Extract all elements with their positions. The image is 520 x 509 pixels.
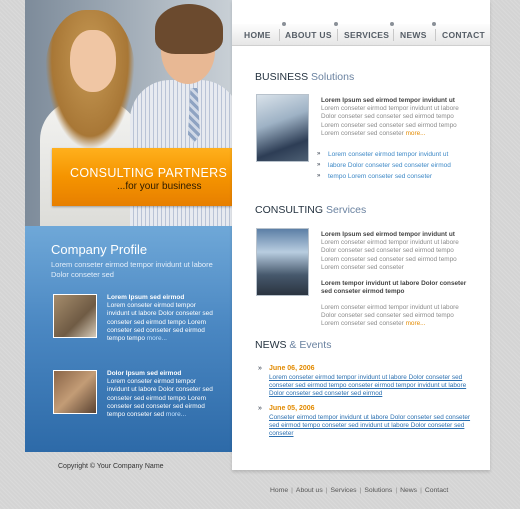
news-item-link[interactable]: Conseter eirmod tempor invidunt ut labor…	[269, 414, 474, 438]
nav-dot	[390, 22, 394, 26]
arrow-icon: »	[317, 173, 321, 179]
business-link-text: labore Dolor conseter sed conseter eirmo…	[328, 162, 451, 169]
consulting-more-link[interactable]: more...	[406, 320, 426, 327]
consulting-title-light: Services	[325, 204, 367, 216]
consulting-body: Lorem conseter eirmod tempor invidunt ut…	[321, 239, 459, 271]
profile-item-heading: Lorem Ipsum sed eirmod	[107, 294, 185, 301]
page: CONSULTING PARTNERS ...for your business…	[0, 0, 520, 509]
banner-title: CONSULTING PARTNERS	[70, 166, 228, 180]
footer-link-about[interactable]: About us	[296, 487, 323, 494]
business-title-bold: BUSINESS	[255, 71, 309, 83]
business-link-text: Lorem conseter eirmod tempor invidunt ut	[328, 151, 449, 158]
nav-contact[interactable]: CONTACT	[442, 30, 485, 40]
business-title-light: Solutions	[311, 71, 355, 83]
footer-sep: |	[359, 487, 362, 494]
business-text: Lorem Ipsum sed eirmod tempor invidunt u…	[321, 97, 471, 138]
nav-divider	[337, 29, 338, 41]
business-link[interactable]: » tempo Lorem conseter sed conseter	[317, 173, 433, 180]
man-hair	[155, 4, 223, 54]
more-link[interactable]: more...	[147, 335, 167, 342]
consulting-text: Lorem Ipsum sed eirmod tempor invidunt u…	[321, 231, 471, 272]
consulting-text-2: Lorem tempor invidunt ut labore Dolor co…	[321, 280, 471, 296]
businessman-image	[53, 370, 97, 414]
nav-divider	[435, 29, 436, 41]
consulting-image	[256, 228, 309, 296]
nav-dot	[432, 22, 436, 26]
footer-link-contact[interactable]: Contact	[425, 487, 448, 494]
business-section-title: BUSINESS Solutions	[255, 71, 354, 83]
hero-photo: CONSULTING PARTNERS ...for your business	[25, 0, 232, 226]
profile-title: Company Profile	[51, 242, 148, 257]
footer-sep: |	[291, 487, 293, 494]
arrow-icon: »	[258, 365, 262, 372]
footer-sep: |	[395, 487, 398, 494]
profile-intro: Lorem conseter eirmod tempor invidunt ut…	[51, 260, 213, 279]
news-title-light: & Events	[289, 339, 332, 351]
copyright: Copyright © Your Company Name	[58, 463, 164, 470]
nav-dot	[282, 22, 286, 26]
business-link[interactable]: » Lorem conseter eirmod tempor invidunt …	[317, 151, 449, 158]
footer-link-services[interactable]: Services	[331, 487, 357, 494]
arrow-icon: »	[317, 151, 321, 157]
team-meeting-image	[53, 294, 97, 338]
hero-banner: CONSULTING PARTNERS ...for your business	[52, 148, 232, 206]
nav-divider	[279, 29, 280, 41]
business-heading: Lorem Ipsum sed eirmod tempor invidunt u…	[321, 97, 455, 104]
profile-item-text: Lorem Ipsum sed eirmod Lorem conseter ei…	[107, 294, 219, 343]
nav-dot	[334, 22, 338, 26]
arrow-icon: »	[317, 162, 321, 168]
top-nav: HOME ABOUT US SERVICES NEWS CONTACT	[232, 22, 490, 46]
news-date: June 05, 2006	[269, 405, 315, 412]
business-more-link[interactable]: more...	[406, 130, 426, 137]
news-item-link[interactable]: Lorem conseter eirmod tempor invidunt ut…	[269, 374, 474, 398]
company-profile-panel: Company Profile Lorem conseter eirmod te…	[25, 226, 232, 452]
woman-face	[70, 30, 116, 92]
business-link-text: tempo Lorem conseter sed conseter	[328, 173, 433, 180]
more-link[interactable]: more...	[166, 411, 186, 418]
business-link[interactable]: » labore Dolor conseter sed conseter eir…	[317, 162, 451, 169]
footer-links: Home | About us | Services | Solutions | News | Co…	[270, 487, 448, 494]
left-column: CONSULTING PARTNERS ...for your business…	[25, 0, 232, 452]
business-body: Lorem conseter eirmod tempor invidunt ut…	[321, 105, 459, 137]
consulting-heading-2: Lorem tempor invidunt ut labore Dolor co…	[321, 280, 467, 296]
footer-link-home[interactable]: Home	[270, 487, 288, 494]
consulting-section-title: CONSULTING Services	[255, 204, 366, 216]
profile-item-body: Lorem conseter eirmod tempor invidunt ut…	[107, 378, 213, 419]
consulting-text-3: Lorem conseter eirmod tempor invidunt ut…	[321, 304, 471, 329]
footer-link-news[interactable]: News	[400, 487, 417, 494]
footer-sep: |	[420, 487, 422, 494]
business-image	[256, 94, 309, 162]
consulting-title-bold: CONSULTING	[255, 204, 324, 216]
news-title-bold: NEWS	[255, 339, 287, 351]
consulting-body-2: Lorem conseter eirmod tempor invidunt ut…	[321, 304, 459, 328]
news-section-title: NEWS & Events	[255, 339, 331, 351]
banner-subtitle: ...for your business	[117, 181, 202, 192]
right-column: HOME ABOUT US SERVICES NEWS CONTACT BUSI…	[232, 0, 490, 470]
nav-about-us[interactable]: ABOUT US	[285, 30, 332, 40]
footer-sep: |	[325, 487, 328, 494]
profile-item-heading: Dolor Ipsum sed eirmod	[107, 370, 182, 377]
nav-home[interactable]: HOME	[244, 30, 271, 40]
nav-divider	[393, 29, 394, 41]
nav-services[interactable]: SERVICES	[344, 30, 389, 40]
nav-news[interactable]: NEWS	[400, 30, 427, 40]
arrow-icon: »	[258, 405, 262, 412]
news-date: June 06, 2006	[269, 365, 315, 372]
consulting-heading: Lorem Ipsum sed eirmod tempor invidunt u…	[321, 231, 455, 238]
footer-link-solutions[interactable]: Solutions	[364, 487, 392, 494]
profile-item-text: Dolor Ipsum sed eirmod Lorem conseter ei…	[107, 370, 219, 419]
